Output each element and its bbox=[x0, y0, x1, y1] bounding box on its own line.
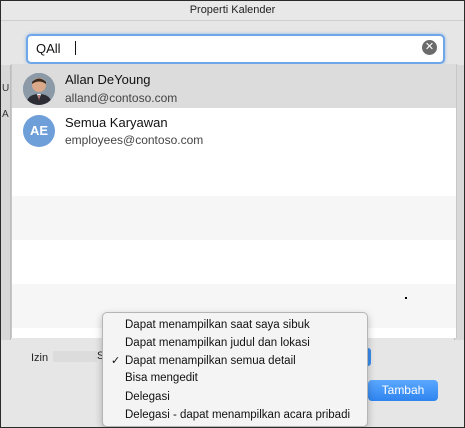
menu-item-show-all-details[interactable]: Dapat menampilkan semua detail bbox=[125, 355, 296, 367]
close-icon: ✕ bbox=[424, 41, 435, 53]
search-results-list: Allan DeYoung alland@contoso.com AE Semu… bbox=[11, 64, 457, 338]
search-field-container[interactable]: QAll ✕ bbox=[26, 34, 445, 64]
search-input[interactable]: QAll bbox=[36, 41, 61, 56]
menu-item-can-edit[interactable]: Bisa mengedit bbox=[125, 372, 198, 384]
result-row-semua-karyawan[interactable]: AE Semua Karyawan employees@contoso.com bbox=[12, 108, 456, 152]
window-title: Properti Kalender bbox=[189, 4, 276, 16]
menu-item-show-title-location[interactable]: Dapat menampilkan judul dan lokasi bbox=[125, 337, 310, 349]
clear-search-button[interactable]: ✕ bbox=[422, 40, 437, 55]
calendar-properties-window: Properti Kalender U A QAll ✕ Allan DeYou… bbox=[0, 0, 465, 428]
permission-field[interactable] bbox=[53, 351, 97, 362]
result-email: alland@contoso.com bbox=[65, 91, 178, 105]
result-name: Allan DeYoung bbox=[65, 72, 151, 87]
text-caret bbox=[75, 41, 76, 55]
avatar-photo bbox=[23, 73, 55, 105]
empty-row bbox=[12, 152, 456, 196]
checkmark-icon: ✓ bbox=[111, 355, 121, 367]
add-button[interactable]: Tambah bbox=[368, 380, 438, 401]
result-name: Semua Karyawan bbox=[65, 115, 168, 130]
left-gutter-text: U bbox=[2, 83, 10, 94]
cursor-dot bbox=[405, 297, 407, 299]
empty-row bbox=[12, 196, 456, 240]
menu-item-show-busy[interactable]: Dapat menampilkan saat saya sibuk bbox=[125, 319, 310, 331]
result-email: employees@contoso.com bbox=[65, 133, 204, 147]
permission-menu: Dapat menampilkan saat saya sibuk Dapat … bbox=[102, 312, 368, 427]
left-gutter: U A bbox=[1, 65, 11, 340]
menu-item-delegate-private[interactable]: Delegasi - dapat menampilkan acara priba… bbox=[125, 409, 350, 421]
menu-item-delegate[interactable]: Delegasi bbox=[125, 391, 170, 403]
title-bar: Properti Kalender bbox=[1, 1, 464, 21]
empty-row bbox=[12, 240, 456, 284]
person-photo-icon bbox=[23, 73, 55, 105]
avatar-initials: AE bbox=[23, 115, 55, 147]
permission-label: Izin bbox=[31, 352, 49, 364]
result-row-allan[interactable]: Allan DeYoung alland@contoso.com bbox=[12, 64, 456, 108]
left-gutter-text-2: A bbox=[2, 109, 9, 120]
